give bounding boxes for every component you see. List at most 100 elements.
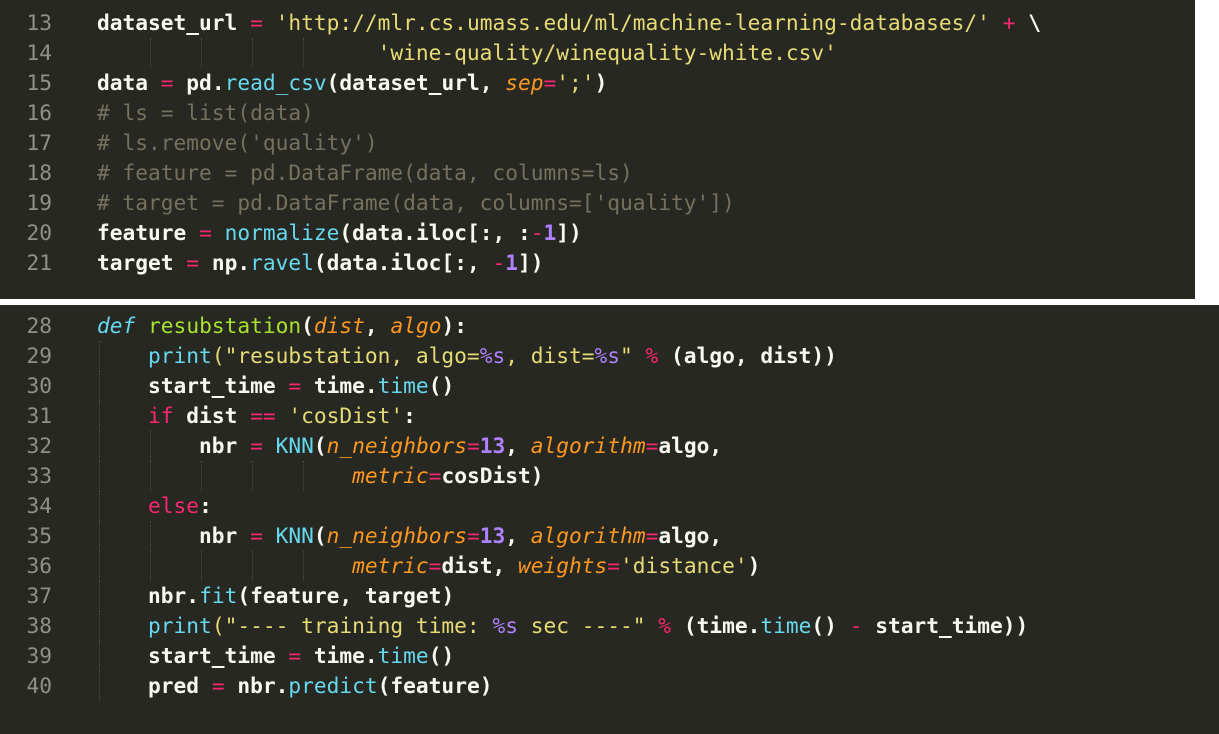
- code-line[interactable]: 15 data = pd.read_csv(dataset_url, sep=';…: [0, 68, 1195, 98]
- code-token: sep: [505, 70, 544, 95]
- line-number: 40: [26, 673, 52, 698]
- code-line[interactable]: 28 def resubstation(dist, algo):: [0, 311, 1219, 341]
- code-token: 13: [479, 523, 506, 548]
- code-text: target = np.ravel(data.iloc[:, -1]): [97, 248, 544, 278]
- code-token: (): [428, 643, 455, 668]
- code-line[interactable]: 36 metric=dist, weights='distance'): [0, 551, 1219, 581]
- code-text: nbr = KNN(n_neighbors=13, algorithm=algo…: [97, 431, 722, 461]
- code-token: , dist=: [505, 343, 595, 368]
- code-token: cosDist): [441, 463, 544, 488]
- code-line[interactable]: 21 target = np.ravel(data.iloc[:, -1]): [0, 248, 1195, 278]
- code-token: algo,: [658, 433, 723, 458]
- code-token: ("---- training time:: [211, 613, 493, 638]
- code-editor-top[interactable]: 13 dataset_url = 'http://mlr.cs.umass.edu…: [0, 0, 1195, 299]
- code-token: # target = pd.DataFrame(data, columns=['…: [97, 190, 735, 215]
- code-token: %: [645, 343, 659, 368]
- code-text: nbr = KNN(n_neighbors=13, algorithm=algo…: [97, 521, 722, 551]
- line-number: 13: [26, 10, 52, 35]
- code-token: # ls.remove('quality'): [97, 130, 378, 155]
- code-token: -: [849, 613, 863, 638]
- code-token: dataset_url: [97, 10, 251, 35]
- code-token: (time.: [671, 613, 761, 638]
- code-token: metric: [352, 463, 429, 488]
- code-token: n_neighbors: [326, 523, 467, 548]
- code-token: # feature = pd.DataFrame(data, columns=l…: [97, 160, 633, 185]
- code-line[interactable]: 13 dataset_url = 'http://mlr.cs.umass.edu…: [0, 8, 1195, 38]
- code-token: +: [1002, 10, 1016, 35]
- code-editor-bottom[interactable]: 28 def resubstation(dist, algo): 29 print(…: [0, 305, 1219, 734]
- code-token: time: [377, 643, 429, 668]
- code-line[interactable]: 35 nbr = KNN(n_neighbors=13, algorithm=a…: [0, 521, 1219, 551]
- code-token: =: [645, 433, 659, 458]
- code-token: 1: [505, 250, 518, 275]
- code-token: sec ----": [517, 613, 659, 638]
- code-text: 'wine-quality/winequality-white.csv': [97, 38, 837, 68]
- line-number: 19: [26, 190, 52, 215]
- line-number: 21: [26, 250, 52, 275]
- code-token: %s: [479, 343, 506, 368]
- code-text: feature = normalize(data.iloc[:, :-1]): [97, 218, 582, 248]
- code-token: weights: [517, 553, 608, 578]
- code-token: 'cosDist': [275, 403, 404, 428]
- code-token: nbr: [97, 523, 251, 548]
- code-token: KNN: [275, 433, 314, 458]
- line-number: 37: [26, 583, 52, 608]
- code-line[interactable]: 40 pred = nbr.predict(feature): [0, 671, 1219, 701]
- line-number: 38: [26, 613, 52, 638]
- code-line[interactable]: 18 # feature = pd.DataFrame(data, columns…: [0, 158, 1195, 188]
- code-token: fit: [199, 583, 238, 608]
- code-line[interactable]: 14 'wine-quality/winequality-white.csv': [0, 38, 1195, 68]
- code-token: :: [199, 493, 212, 518]
- code-line[interactable]: 37 nbr.fit(feature, target): [0, 581, 1219, 611]
- code-token: time.: [301, 643, 378, 668]
- code-text: nbr.fit(feature, target): [97, 581, 454, 611]
- code-line[interactable]: 39 start_time = time.time(): [0, 641, 1219, 671]
- code-token: (algo, dist)): [658, 343, 837, 368]
- code-token: nbr: [97, 433, 251, 458]
- code-token: =: [250, 523, 263, 548]
- code-line[interactable]: 38 print("---- training time: %s sec ---…: [0, 611, 1219, 641]
- line-number: 34: [26, 493, 52, 518]
- code-token: =: [160, 70, 174, 95]
- code-line[interactable]: 32 nbr = KNN(n_neighbors=13, algorithm=a…: [0, 431, 1219, 461]
- code-token: %s: [492, 613, 518, 638]
- code-token: ]): [556, 220, 582, 245]
- line-number: 14: [26, 40, 52, 65]
- code-line[interactable]: 19 # target = pd.DataFrame(data, columns=…: [0, 188, 1195, 218]
- code-token: =: [186, 250, 200, 275]
- code-text: # ls = list(data): [97, 98, 314, 128]
- code-line[interactable]: 33 metric=cosDist): [0, 461, 1219, 491]
- code-token: (data.iloc[:, :: [339, 220, 531, 245]
- code-text: print("resubstation, algo=%s, dist=%s" %…: [97, 341, 837, 371]
- code-token: 'wine-quality/winequality-white.csv': [97, 40, 837, 65]
- code-token: if: [148, 403, 174, 428]
- code-token: %: [658, 613, 672, 638]
- code-token: start_time: [97, 373, 289, 398]
- code-token: :: [403, 403, 416, 428]
- code-text: data = pd.read_csv(dataset_url, sep=';'): [97, 68, 607, 98]
- line-number: 29: [26, 343, 52, 368]
- code-line[interactable]: 31 if dist == 'cosDist':: [0, 401, 1219, 431]
- code-line[interactable]: 16 # ls = list(data): [0, 98, 1195, 128]
- code-token: ==: [250, 403, 276, 428]
- code-token: dist: [313, 313, 365, 338]
- code-token: # ls = list(data): [97, 100, 314, 125]
- code-line[interactable]: 20 feature = normalize(data.iloc[:, :-1]): [0, 218, 1195, 248]
- code-token: pd.: [173, 70, 225, 95]
- code-line[interactable]: 30 start_time = time.time(): [0, 371, 1219, 401]
- code-token: target: [97, 250, 187, 275]
- line-number: 31: [26, 403, 52, 428]
- code-line[interactable]: 34 else:: [0, 491, 1219, 521]
- code-token: =: [250, 10, 263, 35]
- code-token: algorithm: [530, 523, 646, 548]
- code-token: start_time: [97, 643, 289, 668]
- code-line[interactable]: 17 # ls.remove('quality'): [0, 128, 1195, 158]
- code-token: \: [1015, 10, 1041, 35]
- code-token: =: [288, 643, 302, 668]
- code-token: data: [97, 70, 161, 95]
- code-token: dist: [173, 403, 251, 428]
- code-line[interactable]: 29 print("resubstation, algo=%s, dist=%s…: [0, 341, 1219, 371]
